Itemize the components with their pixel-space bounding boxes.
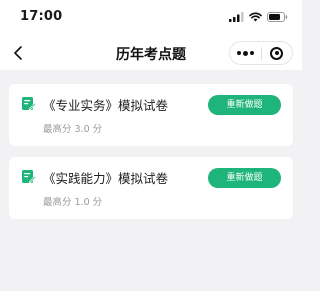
edit-document-icon bbox=[22, 170, 36, 184]
exam-title: 《专业实务》模拟试卷 bbox=[43, 98, 169, 113]
exam-title: 《实践能力》模拟试卷 bbox=[43, 171, 169, 186]
exam-score: 最高分 1.0 分 bbox=[43, 197, 103, 208]
exam-card: 《专业实务》模拟试卷 最高分 3.0 分 重新做题 bbox=[9, 84, 293, 146]
target-close-icon[interactable] bbox=[262, 42, 292, 64]
edit-document-icon bbox=[22, 97, 36, 111]
status-time: 17:00 bbox=[20, 9, 63, 24]
battery-icon bbox=[267, 12, 288, 22]
redo-button[interactable]: 重新做题 bbox=[208, 95, 281, 115]
status-icons bbox=[229, 11, 288, 23]
more-dots-icon[interactable] bbox=[230, 42, 261, 64]
nav-bar: 历年考点题 bbox=[0, 36, 302, 70]
status-bar: 17:00 bbox=[0, 0, 302, 36]
wifi-icon bbox=[249, 12, 262, 22]
exam-score: 最高分 3.0 分 bbox=[43, 124, 103, 135]
signal-icon bbox=[229, 12, 244, 22]
redo-button[interactable]: 重新做题 bbox=[208, 168, 281, 188]
mini-program-capsule bbox=[229, 41, 293, 65]
exam-card: 《实践能力》模拟试卷 最高分 1.0 分 重新做题 bbox=[9, 157, 293, 219]
